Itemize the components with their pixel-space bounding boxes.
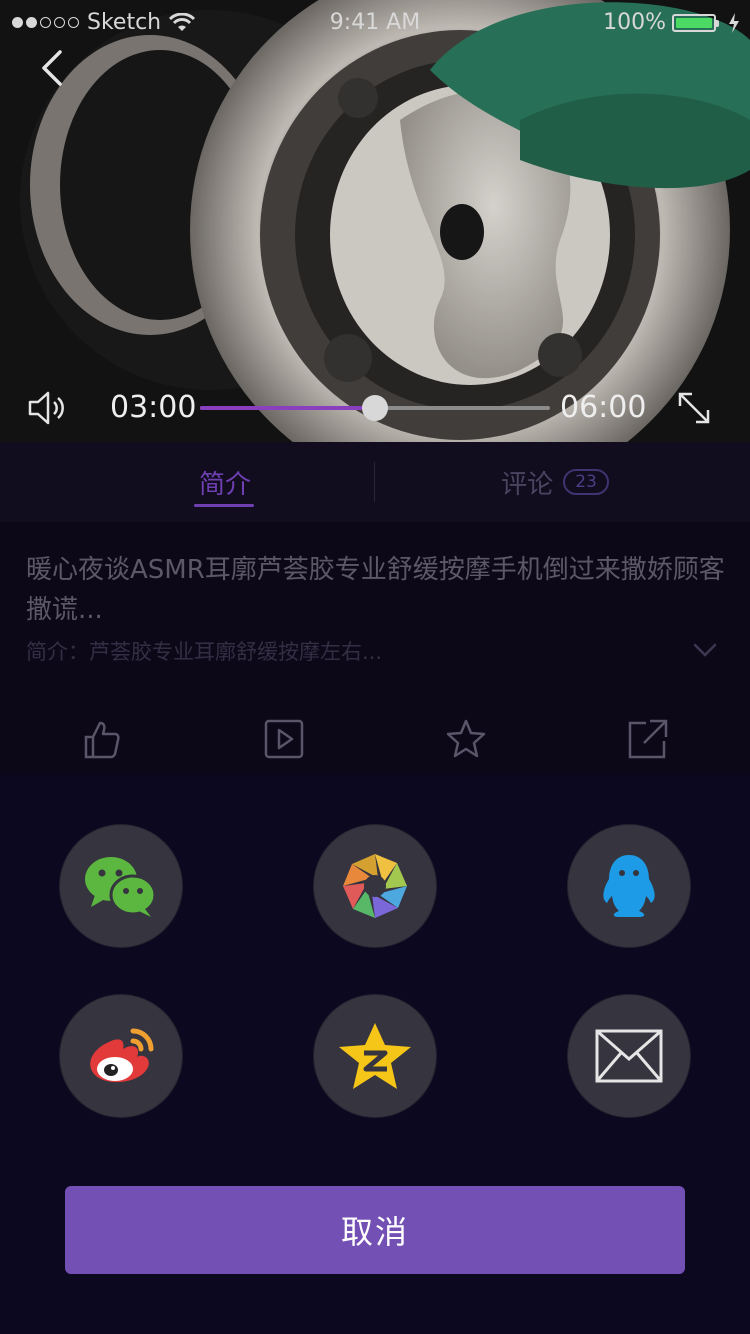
share-sheet: 取消	[0, 775, 750, 1334]
play-count-button[interactable]	[254, 717, 314, 775]
video-title: 暖心夜谈ASMR耳廓芦荟胶专业舒缓按摩手机倒过来撒娇顾客撒谎...	[26, 555, 725, 625]
tab-comments[interactable]: 评论 23	[440, 442, 670, 522]
thumbs-up-icon	[84, 721, 120, 759]
tab-active-indicator	[194, 504, 254, 507]
qq-icon	[603, 855, 655, 917]
video-description: 简介：芦荟胶专业耳廓舒缓按摩左右...	[26, 640, 383, 664]
video-info: 暖心夜谈ASMR耳廓芦荟胶专业舒缓按摩手机倒过来撒娇顾客撒谎... 简介：芦荟胶…	[0, 522, 750, 775]
mail-icon	[595, 1029, 663, 1083]
tab-intro[interactable]: 简介	[120, 442, 330, 522]
progress-handle[interactable]	[362, 395, 388, 421]
duration-time: 06:00	[560, 390, 647, 425]
play-icon	[264, 719, 304, 759]
share-moments-button[interactable]	[314, 825, 436, 947]
share-qzone-button[interactable]	[314, 995, 436, 1117]
star-icon	[446, 719, 486, 758]
fullscreen-icon[interactable]	[674, 388, 714, 428]
wechat-icon	[85, 857, 157, 917]
share-icon	[628, 719, 668, 759]
progress-bar[interactable]	[200, 395, 550, 421]
comments-count-badge: 23	[563, 469, 609, 495]
qzone-icon	[339, 1023, 411, 1089]
action-bar	[0, 717, 750, 775]
status-bar: Sketch 9:41 AM 100%	[0, 0, 750, 44]
weibo-icon	[90, 1028, 154, 1083]
share-email-button[interactable]	[568, 995, 690, 1117]
tab-comments-label: 评论	[501, 469, 554, 500]
moments-icon	[343, 854, 407, 918]
favorite-button[interactable]	[436, 717, 496, 775]
back-arrow-icon[interactable]	[32, 44, 76, 92]
progress-played	[200, 406, 375, 410]
cancel-button[interactable]: 取消	[65, 1186, 685, 1274]
share-weibo-button[interactable]	[60, 995, 182, 1117]
battery-icon	[672, 13, 719, 32]
player-controls: 03:00 06:00	[0, 380, 750, 440]
volume-icon[interactable]	[26, 388, 66, 428]
current-time: 03:00	[110, 390, 197, 425]
video-player[interactable]: Sketch 9:41 AM 100% 03:00 06:00	[0, 0, 750, 442]
share-qq-button[interactable]	[568, 825, 690, 947]
battery-percent: 100%	[603, 10, 666, 35]
share-button[interactable]	[618, 717, 678, 775]
video-frame-image	[0, 0, 750, 442]
share-wechat-button[interactable]	[60, 825, 182, 947]
chevron-down-icon[interactable]	[692, 640, 718, 660]
like-button[interactable]	[72, 717, 132, 775]
tab-bar: 简介 评论 23	[0, 442, 750, 522]
charging-icon	[729, 12, 739, 33]
tab-divider	[374, 462, 375, 502]
tab-intro-label: 简介	[198, 469, 251, 500]
